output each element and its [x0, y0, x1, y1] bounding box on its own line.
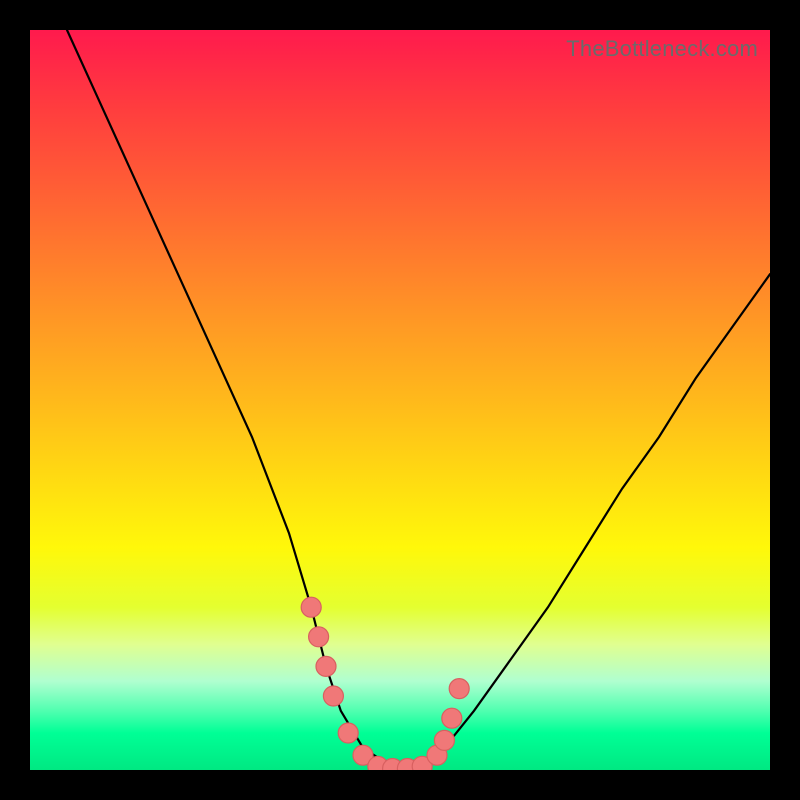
- data-marker: [338, 723, 358, 743]
- data-markers: [301, 597, 469, 770]
- watermark-text: TheBottleneck.com: [566, 36, 758, 62]
- data-marker: [449, 679, 469, 699]
- data-marker: [442, 708, 462, 728]
- curve-layer: [30, 30, 770, 770]
- data-marker: [434, 730, 454, 750]
- data-marker: [316, 656, 336, 676]
- data-marker: [323, 686, 343, 706]
- chart-frame: TheBottleneck.com: [0, 0, 800, 800]
- bottleneck-curve: [67, 30, 770, 770]
- data-marker: [309, 627, 329, 647]
- chart-plot-area: TheBottleneck.com: [30, 30, 770, 770]
- data-marker: [301, 597, 321, 617]
